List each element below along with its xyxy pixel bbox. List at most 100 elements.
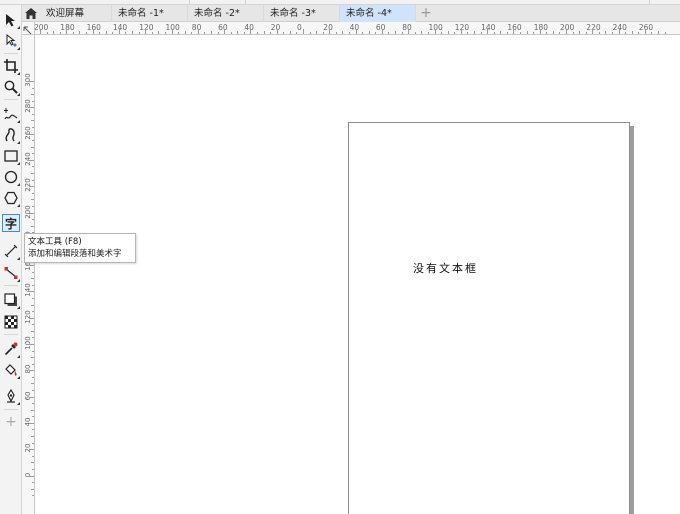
ruler-top-minor-tick (184, 31, 186, 34)
ruler-top-label: 100 (428, 23, 443, 32)
ellipse-tool-button[interactable] (2, 168, 20, 186)
ruler-top-minor-tick (473, 31, 475, 34)
horizontal-ruler[interactable]: 200 180 160 140 120 100 80 60 40 20 0 20 40 60 80 100 12… (22, 22, 680, 35)
polygon-tool-button[interactable] (2, 189, 20, 207)
pointer-tool-icon (6, 14, 15, 27)
home-tab-icon[interactable] (22, 5, 40, 22)
artistic-media-tool-button[interactable] (2, 126, 20, 144)
ruler-left-tick (29, 344, 34, 345)
ruler-left-minor-tick (31, 94, 34, 96)
ruler-top-minor-tick (552, 31, 554, 34)
ruler-left-minor-tick (32, 271, 34, 273)
ruler-top-minor-tick (480, 32, 482, 34)
ruler-top-label: 0 (297, 23, 302, 32)
ruler-left-minor-tick (32, 416, 34, 418)
transparency-tool-button[interactable] (2, 313, 20, 331)
crop-tool-button[interactable] (2, 57, 20, 75)
ruler-top-tick (487, 29, 489, 34)
corel-draw-window: 欢迎屏幕 未命名 -1* 未命名 -2* 未命名 -3* 未命名 -4* + 字… (0, 0, 680, 514)
ruler-top-tick (434, 29, 436, 34)
new-document-plus-icon[interactable]: + (418, 5, 434, 22)
ruler-top-tick (171, 29, 173, 34)
ruler-top-label: 160 (86, 23, 101, 32)
ruler-top-minor-tick (335, 32, 337, 34)
ruler-top-minor-tick (585, 32, 587, 34)
ruler-left-minor-tick (31, 146, 34, 148)
ruler-left-tick (29, 449, 34, 451)
ruler-top-minor-tick (125, 32, 127, 34)
ruler-left-minor-tick (32, 100, 34, 102)
ruler-top-minor-tick (132, 31, 134, 34)
tab-welcome[interactable]: 欢迎屏幕 (40, 5, 112, 22)
ruler-top-minor-tick (519, 32, 521, 34)
customize-toolbox-button[interactable]: + (2, 413, 20, 431)
zoom-tool-button[interactable] (2, 78, 20, 96)
ruler-top-label: 140 (112, 23, 128, 32)
ruler-top-tick (224, 29, 226, 34)
tab-untitled-4[interactable]: 未命名 -4* (340, 5, 416, 22)
ruler-left-minor-tick (32, 482, 34, 484)
ruler-left-label: 240 (24, 152, 32, 166)
ruler-left-minor-tick (31, 199, 34, 201)
ruler-left-tick (29, 370, 34, 372)
ruler-top-minor-tick (526, 31, 528, 34)
ruler-left-label: 40 (24, 417, 32, 427)
crop-tool-icon (4, 59, 18, 73)
ruler-top-minor-tick (210, 31, 212, 34)
ruler-top-minor-tick (158, 31, 160, 34)
freehand-tool-button[interactable] (2, 105, 20, 123)
ruler-top-minor-tick (506, 32, 508, 34)
polygon-tool-icon (4, 191, 18, 205)
rectangle-tool-button[interactable] (2, 147, 20, 165)
ruler-top-minor-tick (362, 32, 364, 34)
ruler-top-minor-tick (316, 31, 318, 34)
connector-tool-button[interactable] (2, 264, 20, 282)
ruler-top-tick (197, 29, 199, 34)
ruler-origin-corner[interactable] (22, 22, 35, 35)
ruler-top-label: 180 (60, 23, 75, 32)
dimension-tool-button[interactable] (2, 242, 20, 260)
page-text[interactable]: 没有文本框 (413, 260, 478, 276)
toolbar-segment (560, 0, 650, 4)
ruler-top-minor-tick (651, 32, 653, 34)
ruler-top-minor-tick (105, 31, 107, 34)
ruler-top-label: 160 (507, 23, 522, 32)
ruler-top-minor-tick (625, 32, 627, 34)
ruler-left-minor-tick (32, 350, 34, 352)
shape-tool-button[interactable] (2, 32, 20, 50)
ruler-left-tick (29, 422, 34, 424)
ruler-left-minor-tick (32, 363, 34, 365)
ruler-top-minor-tick (414, 32, 416, 34)
ruler-top-tick (592, 29, 594, 34)
ruler-left-label: 140 (24, 283, 32, 298)
tab-untitled-2[interactable]: 未命名 -2* (188, 5, 264, 22)
pointer-tool-button[interactable] (2, 11, 20, 29)
ruler-top-minor-tick (559, 32, 561, 34)
ruler-left-label: 200 (24, 204, 32, 219)
toolbox-separator (4, 409, 18, 410)
interactive-fill-tool-button[interactable] (2, 361, 20, 379)
ruler-left-label: 100 (24, 336, 32, 350)
ruler-top-tick (276, 29, 278, 34)
ruler-top-minor-tick (217, 32, 219, 34)
ruler-top-tick (92, 29, 94, 34)
ruler-left-label: 220 (24, 178, 32, 192)
ruler-left-minor-tick (32, 219, 34, 221)
ruler-top-minor-tick (99, 32, 101, 34)
eyedropper-tool-button[interactable] (2, 340, 20, 358)
text-tool-button[interactable]: 字 (2, 214, 20, 232)
ruler-left-label: 300 (24, 73, 32, 87)
drop-shadow-tool-button[interactable] (2, 291, 20, 309)
ruler-top-tick (460, 29, 462, 34)
ruler-left-label: 260 (24, 125, 32, 140)
shape-tool-icon (6, 34, 17, 47)
document-page[interactable]: 没有文本框 (348, 122, 630, 514)
tab-untitled-1[interactable]: 未命名 -1* (112, 5, 188, 22)
ruler-left-minor-tick (32, 192, 34, 194)
vertical-ruler[interactable]: 3002802602402202001801601401201008060402… (22, 35, 35, 514)
ruler-top-label: 20 (270, 23, 281, 32)
drawing-canvas[interactable]: 没有文本框 (36, 36, 680, 514)
ruler-top-tick (566, 29, 567, 34)
smart-fill-tool-button[interactable] (2, 387, 20, 405)
tab-untitled-3[interactable]: 未命名 -3* (264, 5, 340, 22)
